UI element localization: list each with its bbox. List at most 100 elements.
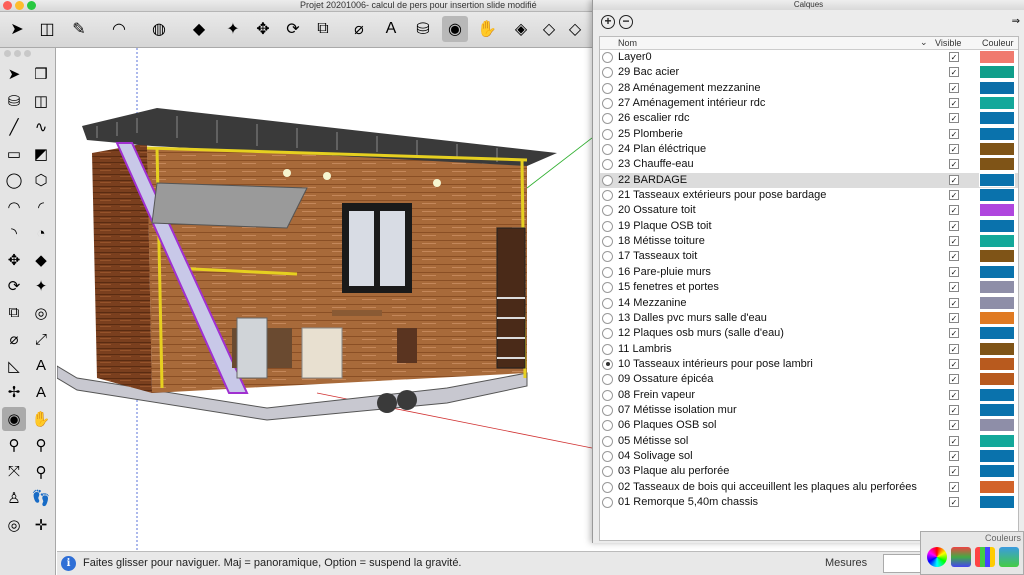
tape-measure-icon[interactable]: ⌀ <box>346 16 372 42</box>
text-tool-icon[interactable]: A <box>29 354 53 378</box>
layer-color-swatch[interactable] <box>979 479 1015 494</box>
layer-row[interactable]: 05 Métisse sol ✓ <box>600 433 1018 449</box>
active-layer-radio[interactable] <box>602 174 613 186</box>
section-plane-icon[interactable]: ✛ <box>29 513 53 537</box>
color-sliders-icon[interactable] <box>951 547 971 567</box>
layer-name[interactable]: 10 Tasseaux intérieurs pour pose lambri <box>618 358 813 370</box>
active-layer-radio[interactable] <box>602 128 613 140</box>
minimize-window-icon[interactable] <box>15 1 24 10</box>
layer-name[interactable]: 11 Lambris <box>618 343 672 355</box>
layer-color-swatch[interactable] <box>979 111 1015 126</box>
previous-view-icon[interactable]: ⚲ <box>29 460 53 484</box>
layer-color-swatch[interactable] <box>979 494 1015 509</box>
layer-name[interactable]: 29 Bac acier <box>618 66 679 78</box>
layer-visible-checkbox[interactable]: ✓ <box>949 52 959 62</box>
active-layer-radio[interactable] <box>602 282 613 294</box>
layer-visible-checkbox[interactable]: ✓ <box>949 389 959 400</box>
layer-row[interactable]: 10 Tasseaux intérieurs pour pose lambri ✓ <box>600 356 1018 372</box>
layer-visible-checkbox[interactable]: ✓ <box>949 251 959 262</box>
layer-row[interactable]: 29 Bac acier ✓ <box>600 65 1018 80</box>
push-pull-icon[interactable]: ◆ <box>186 16 212 42</box>
color-wheel-icon[interactable] <box>927 547 947 567</box>
orbit-icon[interactable]: ◉ <box>442 16 468 42</box>
layer-row[interactable]: 11 Lambris ✓ <box>600 341 1018 357</box>
layer-row[interactable]: 04 Solivage sol ✓ <box>600 448 1018 464</box>
layer-visible-checkbox[interactable]: ✓ <box>949 466 959 477</box>
layer-row[interactable]: 26 escalier rdc ✓ <box>600 111 1018 126</box>
active-layer-radio[interactable] <box>602 190 613 202</box>
active-layer-radio[interactable] <box>602 420 613 432</box>
layer-row[interactable]: 24 Plan éléctrique ✓ <box>600 142 1018 157</box>
active-layer-radio[interactable] <box>602 98 613 110</box>
layer-color-swatch[interactable] <box>979 126 1015 141</box>
circle-icon[interactable]: ◯ <box>2 168 26 192</box>
layer-name[interactable]: 05 Métisse sol <box>618 435 688 447</box>
layer-row[interactable]: 28 Aménagement mezzanine ✓ <box>600 80 1018 96</box>
rotate-icon[interactable]: ⟳ <box>280 16 306 42</box>
push-pull-icon[interactable]: ◆ <box>29 248 53 272</box>
zoom-window-icon[interactable]: ⚲ <box>29 433 53 457</box>
layer-visible-checkbox[interactable]: ✓ <box>949 174 959 185</box>
layer-visible-checkbox[interactable]: ✓ <box>949 266 959 277</box>
layer-name[interactable]: 26 escalier rdc <box>618 112 690 124</box>
layer-row[interactable]: 18 Métisse toiture ✓ <box>600 234 1018 249</box>
layer-name[interactable]: 27 Aménagement intérieur rdc <box>618 97 765 109</box>
layer-visible-checkbox[interactable]: ✓ <box>949 113 959 124</box>
position-camera-icon[interactable]: ♙ <box>2 486 26 510</box>
layer-visible-checkbox[interactable]: ✓ <box>949 297 959 308</box>
layer-row[interactable]: 23 Chauffe-eau ✓ <box>600 157 1018 172</box>
layer-row[interactable]: 02 Tasseaux de bois qui acceuillent les … <box>600 479 1018 495</box>
pencil-line-icon[interactable]: ✎ <box>66 16 92 42</box>
dimension-icon[interactable]: ⤢ <box>29 327 53 351</box>
arc-icon[interactable]: ◠ <box>106 16 132 42</box>
text-tool-icon[interactable]: A <box>378 16 404 42</box>
layer-color-swatch[interactable] <box>979 65 1015 80</box>
layer-name[interactable]: 18 Métisse toiture <box>618 235 705 247</box>
layer-row[interactable]: 01 Remorque 5,40m chassis ✓ <box>600 494 1018 510</box>
layer-name[interactable]: 14 Mezzanine <box>618 297 687 309</box>
rectangle-icon[interactable]: ▭ <box>2 142 26 166</box>
layer-name[interactable]: 04 Solivage sol <box>618 450 693 462</box>
offset-icon[interactable]: ◎ <box>29 301 53 325</box>
layer-visible-checkbox[interactable]: ✓ <box>949 128 959 139</box>
eraser-icon[interactable]: ◫ <box>29 89 53 113</box>
active-layer-radio[interactable] <box>602 374 613 386</box>
layer-color-swatch[interactable] <box>979 50 1015 64</box>
active-layer-radio[interactable] <box>602 481 613 493</box>
layer-visible-checkbox[interactable]: ✓ <box>949 481 959 492</box>
active-layer-radio[interactable] <box>602 67 613 79</box>
scale-icon[interactable]: ⧉ <box>310 16 336 42</box>
front-view-icon[interactable]: ◇ <box>562 16 588 42</box>
paint-bucket-icon[interactable]: ⛁ <box>410 16 436 42</box>
look-around-icon[interactable]: ◎ <box>2 513 26 537</box>
pan-hand-icon[interactable]: ✋ <box>29 407 53 431</box>
circle-shape-icon[interactable]: ◍ <box>146 16 172 42</box>
iso-view-icon[interactable]: ◈ <box>508 16 534 42</box>
layer-row[interactable]: 21 Tasseaux extérieurs pour pose bardage… <box>600 188 1018 203</box>
active-layer-radio[interactable] <box>602 343 613 355</box>
layer-visible-checkbox[interactable]: ✓ <box>949 374 959 385</box>
model-viewport[interactable] <box>57 48 592 551</box>
layer-name[interactable]: 23 Chauffe-eau <box>618 158 694 170</box>
active-layer-radio[interactable] <box>602 297 613 309</box>
layer-row[interactable]: 16 Pare-pluie murs ✓ <box>600 264 1018 280</box>
zoom-icon[interactable]: ⚲ <box>2 433 26 457</box>
layer-name[interactable]: 22 BARDAGE <box>618 174 687 186</box>
layer-color-swatch[interactable] <box>979 157 1015 172</box>
panel-expand-icon[interactable]: ⇒ <box>1012 16 1020 27</box>
close-window-icon[interactable] <box>3 1 12 10</box>
layer-row[interactable]: 14 Mezzanine ✓ <box>600 295 1018 311</box>
layer-row[interactable]: 09 Ossature épicéa ✓ <box>600 372 1018 387</box>
layer-visible-checkbox[interactable]: ✓ <box>949 236 959 247</box>
layer-name[interactable]: 07 Métisse isolation mur <box>618 404 737 416</box>
active-layer-radio[interactable] <box>602 236 613 248</box>
paint-bucket-icon[interactable]: ⛁ <box>2 89 26 113</box>
layer-visible-checkbox[interactable]: ✓ <box>949 82 959 93</box>
layer-color-swatch[interactable] <box>979 80 1015 95</box>
layer-visible-checkbox[interactable]: ✓ <box>949 159 959 170</box>
arc-icon[interactable]: ◠ <box>2 195 26 219</box>
select-arrow-icon[interactable]: ➤ <box>4 16 30 42</box>
tape-measure-icon[interactable]: ⌀ <box>2 327 26 351</box>
active-layer-radio[interactable] <box>602 466 613 478</box>
move-icon[interactable]: ✥ <box>2 248 26 272</box>
